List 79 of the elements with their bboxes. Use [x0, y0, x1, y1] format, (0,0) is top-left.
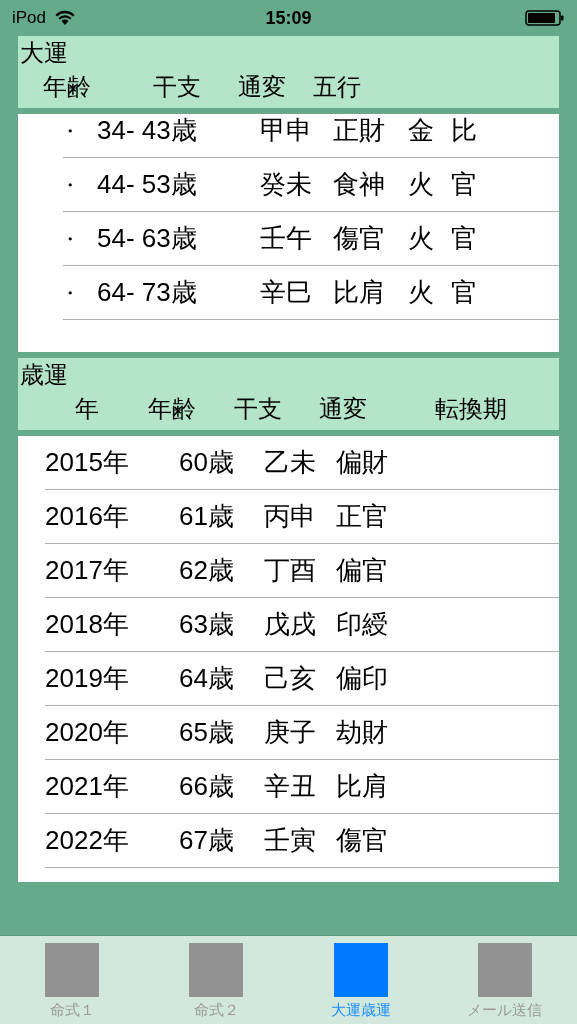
- table-cell-text: 比肩: [333, 276, 386, 309]
- table-cell-text: 偏財: [336, 446, 388, 479]
- bullet: ・: [60, 226, 81, 252]
- table-cell-text: 44- 53歳: [97, 168, 198, 201]
- table-cell-text: 傷官: [333, 222, 386, 255]
- table-cell-text: 64歳: [179, 662, 235, 695]
- tab[interactable]: メール送信: [432, 936, 577, 1024]
- table-cell-text: 2021年: [45, 770, 130, 803]
- table-cell-text: 食神: [333, 168, 386, 201]
- bullet: ・: [60, 118, 81, 144]
- table-cell-text: 庚子: [264, 716, 317, 749]
- bullet: ・: [60, 280, 81, 306]
- table-cell-text: 2017年: [45, 554, 130, 587]
- wifi-icon: [54, 10, 77, 26]
- column-header: 年齢: [43, 72, 92, 102]
- carrier-label: iPod: [12, 7, 47, 30]
- table-cell-text: 官: [451, 222, 477, 255]
- table-cell-text: 壬午: [260, 222, 313, 255]
- column-header: 干支: [153, 72, 202, 102]
- column-header: 通変: [319, 394, 368, 424]
- table-cell-text: 官: [451, 168, 477, 201]
- table-cell-text: 2015年: [45, 446, 130, 479]
- table-cell-text: 丁酉: [264, 554, 317, 587]
- tab[interactable]: 命式１: [0, 936, 145, 1024]
- table-cell-text: 61歳: [179, 500, 235, 533]
- table-cell-text: 比肩: [336, 770, 388, 803]
- table-cell-text: 2018年: [45, 608, 130, 641]
- table-cell-text: 2022年: [45, 824, 130, 857]
- table-cell-text: 60歳: [179, 446, 235, 479]
- table-cell-text: 丙申: [264, 500, 317, 533]
- table-cell-text: 66歳: [179, 770, 235, 803]
- table-cell-text: 火: [408, 168, 435, 201]
- table-cell-text: 癸未: [260, 168, 313, 201]
- battery-icon: [525, 9, 565, 27]
- table-cell-text: 偏官: [336, 554, 388, 587]
- table-cell-text: 金: [408, 114, 435, 147]
- table-cell-text: 火: [408, 222, 435, 255]
- tab-icon: [45, 943, 100, 997]
- table-cell-text: 54- 63歳: [97, 222, 198, 255]
- table-cell-text: 偏印: [336, 662, 388, 695]
- tab[interactable]: 命式２: [144, 936, 289, 1024]
- table-cell-text: 2020年: [45, 716, 130, 749]
- table-cell-text: 64- 73歳: [97, 276, 198, 309]
- bullet: ・: [60, 172, 81, 198]
- table-cell-text: 比: [451, 114, 477, 147]
- table-cell-text: 火: [408, 276, 435, 309]
- table-cell-text: 官: [451, 276, 477, 309]
- tab-icon: [333, 943, 388, 997]
- table-cell-text: 65歳: [179, 716, 235, 749]
- table-cell-text: 34- 43歳: [97, 114, 198, 147]
- section-title: 大運: [19, 38, 69, 68]
- column-header: 転換期: [435, 394, 508, 424]
- column-header: 通変: [238, 72, 287, 102]
- table-cell-text: 戊戌: [264, 608, 317, 641]
- column-header: 年齢: [148, 394, 197, 424]
- table-cell-text: 67歳: [179, 824, 235, 857]
- section-title: 歳運: [19, 360, 69, 390]
- table-cell-text: 2019年: [45, 662, 130, 695]
- table-cell-text: 62歳: [179, 554, 235, 587]
- table-cell-text: 正財: [333, 114, 386, 147]
- table-cell-text: 正官: [336, 500, 388, 533]
- column-header: 干支: [234, 394, 283, 424]
- table-cell-text: 傷官: [336, 824, 388, 857]
- table-cell-text: 印綬: [336, 608, 388, 641]
- table-cell-text: 甲申: [260, 114, 313, 147]
- table-cell-text: 辛丑: [264, 770, 317, 803]
- table-cell-text: 2016年: [45, 500, 130, 533]
- tab-icon: [477, 943, 532, 997]
- tab-icon: [189, 943, 244, 997]
- column-header: 年: [75, 394, 100, 424]
- table-cell-text: 劫財: [336, 716, 388, 749]
- clock: 15:09: [265, 6, 312, 30]
- table-cell-text: 63歳: [179, 608, 235, 641]
- tab[interactable]: 大運歳運: [288, 936, 433, 1024]
- table-cell-text: 辛巳: [260, 276, 313, 309]
- table-cell-text: 己亥: [264, 662, 317, 695]
- table-cell-text: 乙未: [264, 446, 317, 479]
- table-cell-text: 壬寅: [264, 824, 317, 857]
- column-header: 五行: [313, 72, 362, 102]
